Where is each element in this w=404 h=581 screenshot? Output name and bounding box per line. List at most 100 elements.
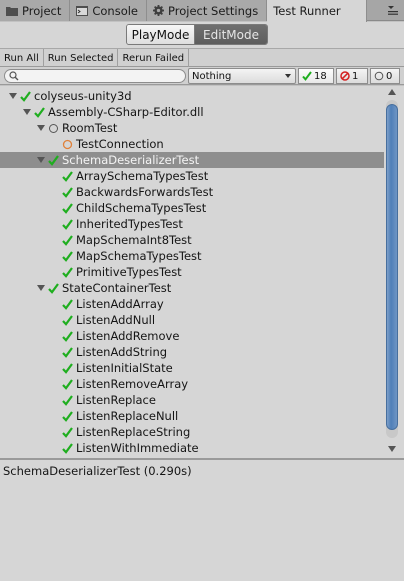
passed-icon <box>62 328 73 344</box>
window-tab-bar: Project Console Project Settings Test Ru… <box>0 0 404 22</box>
expand-arrow-icon[interactable] <box>22 104 31 120</box>
passed-count: 18 <box>314 70 327 82</box>
passed-icon <box>62 424 73 440</box>
folder-icon <box>6 6 18 16</box>
tab-project[interactable]: Project <box>0 0 71 21</box>
passed-icon <box>62 248 73 264</box>
passed-icon <box>62 344 73 360</box>
failed-icon <box>340 71 350 81</box>
mode-switch: PlayMode EditMode <box>126 24 268 45</box>
scroll-thumb[interactable] <box>386 104 398 430</box>
tree-row[interactable]: ListenAddArray <box>0 296 384 312</box>
tree-row[interactable]: StateContainerTest <box>0 280 384 296</box>
tree-row[interactable]: ListenRemoveArray <box>0 376 384 392</box>
passed-filter-toggle[interactable]: 18 <box>298 68 334 84</box>
search-field[interactable] <box>4 69 186 83</box>
tree-row-label: ListenAddRemove <box>76 329 180 343</box>
run-selected-button[interactable]: Run Selected <box>44 49 119 67</box>
tree-row[interactable]: ListenReplaceString <box>0 424 384 440</box>
tree-row[interactable]: BackwardsForwardsTest <box>0 184 384 200</box>
tree-row-label: colyseus-unity3d <box>34 89 132 103</box>
tree-row[interactable]: ListenAddNull <box>0 312 384 328</box>
tab-menu-button[interactable] <box>388 5 398 18</box>
expand-arrow-icon[interactable] <box>36 280 45 296</box>
tree-row-label: MapSchemaTypesTest <box>76 249 202 263</box>
tree-row[interactable]: RoomTest <box>0 120 384 136</box>
tree-row-label: InheritedTypesTest <box>76 217 183 231</box>
tree-row[interactable]: MapSchemaInt8Test <box>0 232 384 248</box>
category-value: Nothing <box>192 70 232 82</box>
tree-row[interactable]: SchemaDeserializerTest <box>0 152 384 168</box>
tree-row[interactable]: ListenInitialState <box>0 360 384 376</box>
passed-icon <box>34 104 45 120</box>
passed-icon <box>20 88 31 104</box>
tree-row[interactable]: ListenAddString <box>0 344 384 360</box>
playmode-button[interactable]: PlayMode <box>127 25 195 44</box>
tree-row-label: Assembly-CSharp-Editor.dll <box>48 105 204 119</box>
passed-icon <box>62 440 73 456</box>
console-icon <box>76 5 89 16</box>
vertical-scrollbar[interactable] <box>384 86 400 458</box>
scroll-up-icon[interactable] <box>388 89 396 95</box>
expand-arrow-icon[interactable] <box>36 152 45 168</box>
skipped-count: 0 <box>386 70 393 82</box>
tab-console[interactable]: Console <box>70 0 148 21</box>
search-icon <box>9 71 19 81</box>
tree-row[interactable]: colyseus-unity3d <box>0 88 384 104</box>
tree-row[interactable]: ListenReplace <box>0 392 384 408</box>
failed-filter-toggle[interactable]: 1 <box>336 68 368 84</box>
tab-project-settings[interactable]: Project Settings <box>147 0 268 21</box>
expand-arrow-icon[interactable] <box>36 120 45 136</box>
category-dropdown[interactable]: Nothing <box>188 68 296 84</box>
tree-row-label: SchemaDeserializerTest <box>62 153 200 167</box>
passed-icon <box>62 296 73 312</box>
passed-icon <box>48 152 59 168</box>
expand-arrow-icon[interactable] <box>8 88 17 104</box>
mode-bar: PlayMode EditMode <box>0 22 404 48</box>
passed-icon <box>62 232 73 248</box>
tree-row[interactable]: ListenAddRemove <box>0 328 384 344</box>
tree-row[interactable]: MapSchemaTypesTest <box>0 248 384 264</box>
tab-label: Console <box>92 3 139 18</box>
tree-row[interactable]: ListenReplaceNull <box>0 408 384 424</box>
tree-row-label: ListenAddArray <box>76 297 164 311</box>
tab-test-runner[interactable]: Test Runner <box>267 0 368 22</box>
passed-icon <box>48 280 59 296</box>
tab-label: Project <box>22 3 62 18</box>
tree-row-label: ListenReplace <box>76 393 156 407</box>
tree-row[interactable]: ChildSchemaTypesTest <box>0 200 384 216</box>
test-tree: colyseus-unity3d Assembly-CSharp-Editor.d… <box>0 86 404 458</box>
tree-row-label: BackwardsForwardsTest <box>76 185 214 199</box>
tree-row-label: ListenRemoveArray <box>76 377 189 391</box>
failed-count: 1 <box>352 70 359 82</box>
rerun-failed-button[interactable]: Rerun Failed <box>118 49 190 67</box>
run-all-button[interactable]: Run All <box>0 49 44 67</box>
tree-row[interactable]: ListenWithImmediate <box>0 440 384 456</box>
tree-row[interactable]: ArraySchemaTypesTest <box>0 168 384 184</box>
tree-row[interactable]: Assembly-CSharp-Editor.dll <box>0 104 384 120</box>
skipped-filter-toggle[interactable]: 0 <box>370 68 400 84</box>
tab-label: Project Settings <box>168 3 259 18</box>
tree-row-label: TestConnection <box>76 137 164 151</box>
passed-icon <box>62 392 73 408</box>
tree-row-label: ListenAddString <box>76 345 168 359</box>
test-result-summary: SchemaDeserializerTest (0.290s) <box>3 464 192 478</box>
editmode-button[interactable]: EditMode <box>195 25 267 44</box>
tree-row[interactable]: TestConnection <box>0 136 384 152</box>
search-input[interactable] <box>21 70 181 82</box>
tree-row[interactable]: PrimitiveTypesTest <box>0 264 384 280</box>
tree-row-label: PrimitiveTypesTest <box>76 265 182 279</box>
test-details-panel: SchemaDeserializerTest (0.290s) <box>0 460 404 581</box>
tree-row-label: ChildSchemaTypesTest <box>76 201 207 215</box>
tree-row[interactable]: InheritedTypesTest <box>0 216 384 232</box>
scroll-down-icon[interactable] <box>388 446 396 452</box>
